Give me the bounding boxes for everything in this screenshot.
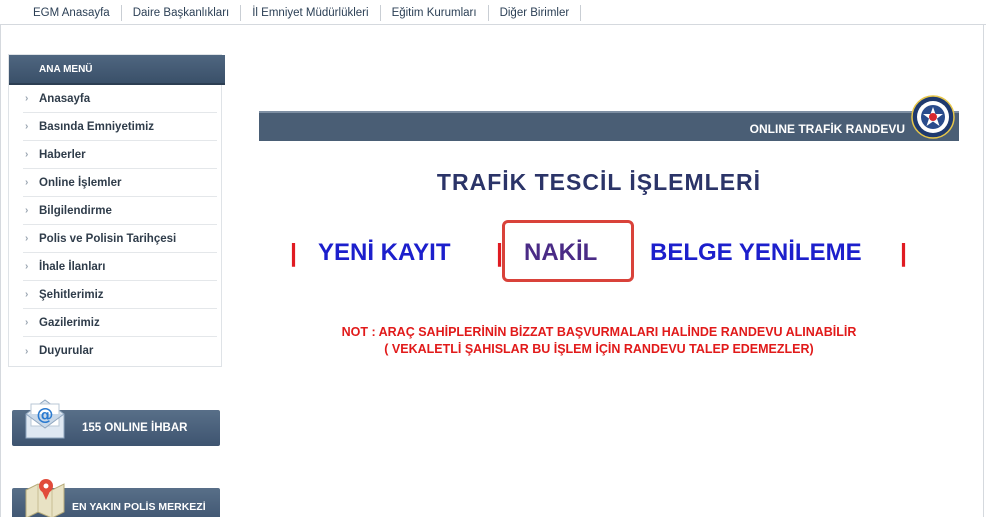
- sidebar-item-label: Online İşlemler: [39, 176, 122, 189]
- sidebar-item-label: İhale İlanları: [39, 260, 106, 273]
- chevron-right-icon: ›: [25, 289, 29, 300]
- chevron-right-icon: ›: [25, 205, 29, 216]
- sidebar-item-label: Polis ve Polisin Tarihçesi: [39, 232, 177, 245]
- frame-divider-top: [0, 24, 986, 25]
- sidebar-item-label: Gazilerimiz: [39, 316, 100, 329]
- sidebar-item-gazilerimiz[interactable]: › Gazilerimiz: [23, 309, 217, 337]
- mail-icon: @: [25, 399, 65, 439]
- note-line-2: ( VEKALETLİ ŞAHISLAR BU İŞLEM İÇİN RANDE…: [384, 342, 814, 356]
- main-header-title: ONLINE TRAFİK RANDEVU: [749, 122, 905, 136]
- sidebar-item-duyurular[interactable]: › Duyurular: [23, 337, 217, 365]
- sidebar-item-polis-tarihcesi[interactable]: › Polis ve Polisin Tarihçesi: [23, 225, 217, 253]
- online-ihbar-banner-label: 155 ONLINE İHBAR: [82, 422, 188, 434]
- main-header-bar: ONLINE TRAFİK RANDEVU: [259, 111, 959, 141]
- frame-divider-right: [983, 24, 984, 517]
- yeni-kayit-link[interactable]: YENİ KAYIT: [318, 239, 450, 267]
- sidebar-item-label: Basında Emniyetimiz: [39, 120, 155, 133]
- chevron-right-icon: ›: [25, 261, 29, 272]
- sidebar-item-ihale-ilanlari[interactable]: › İhale İlanları: [23, 253, 217, 281]
- nav-link-il-emniyet-mudurlukleri[interactable]: İl Emniyet Müdürlükleri: [241, 5, 381, 21]
- sidebar-item-label: Şehitlerimiz: [39, 288, 104, 301]
- nakil-link[interactable]: NAKİL: [524, 239, 597, 267]
- nav-link-egitim-kurumlari[interactable]: Eğitim Kurumları: [381, 5, 489, 21]
- police-emblem-icon: [911, 95, 955, 139]
- separator-1: |: [290, 239, 297, 267]
- sidebar-item-online-islemler[interactable]: › Online İşlemler: [23, 169, 217, 197]
- frame-divider-left: [0, 24, 1, 517]
- nav-link-daire-baskanliklari[interactable]: Daire Başkanlıkları: [122, 5, 242, 21]
- page: EGM Anasayfa Daire Başkanlıkları İl Emni…: [0, 0, 986, 517]
- nav-link-diger-birimler[interactable]: Diğer Birimler: [489, 5, 582, 21]
- sidebar-item-basinda-emniyetimiz[interactable]: › Basında Emniyetimiz: [23, 113, 217, 141]
- sidebar-menu-list: › Anasayfa › Basında Emniyetimiz › Haberler…: [23, 85, 217, 365]
- chevron-right-icon: ›: [25, 233, 29, 244]
- sidebar-item-haberler[interactable]: › Haberler: [23, 141, 217, 169]
- nav-link-egm-anasayfa[interactable]: EGM Anasayfa: [22, 5, 122, 21]
- chevron-right-icon: ›: [25, 93, 29, 104]
- chevron-right-icon: ›: [25, 121, 29, 132]
- top-nav: EGM Anasayfa Daire Başkanlıkları İl Emni…: [22, 4, 582, 22]
- chevron-right-icon: ›: [25, 345, 29, 357]
- chevron-right-icon: ›: [25, 149, 29, 160]
- sidebar-menu-header: ANA MENÜ: [9, 55, 225, 85]
- sidebar-item-sehitlerimiz[interactable]: › Şehitlerimiz: [23, 281, 217, 309]
- sidebar-item-label: Duyurular: [39, 345, 94, 357]
- sidebar-item-label: Bilgilendirme: [39, 204, 112, 217]
- sidebar-item-label: Anasayfa: [39, 92, 91, 105]
- svg-text:@: @: [37, 405, 54, 425]
- sidebar-menu: ANA MENÜ › Anasayfa › Basında Emniyetimiz …: [8, 54, 225, 367]
- page-title: TRAFİK TESCİL İŞLEMLERİ: [436, 169, 762, 195]
- sidebar-item-anasayfa[interactable]: › Anasayfa: [23, 85, 217, 113]
- sidebar-menu-title: ANA MENÜ: [39, 64, 93, 75]
- separator-3: |: [900, 239, 907, 267]
- chevron-right-icon: ›: [25, 177, 29, 188]
- map-icon: [25, 479, 65, 517]
- en-yakin-polis-merkezi-label: EN YAKIN POLİS MERKEZİ: [72, 501, 206, 513]
- sidebar-item-label: Haberler: [39, 148, 86, 161]
- belge-yenileme-link[interactable]: BELGE YENİLEME: [650, 239, 862, 267]
- note-line-1: NOT : ARAÇ SAHİPLERİNİN BİZZAT BAŞVURMAL…: [341, 325, 857, 339]
- chevron-right-icon: ›: [25, 317, 29, 328]
- sidebar-item-bilgilendirme[interactable]: › Bilgilendirme: [23, 197, 217, 225]
